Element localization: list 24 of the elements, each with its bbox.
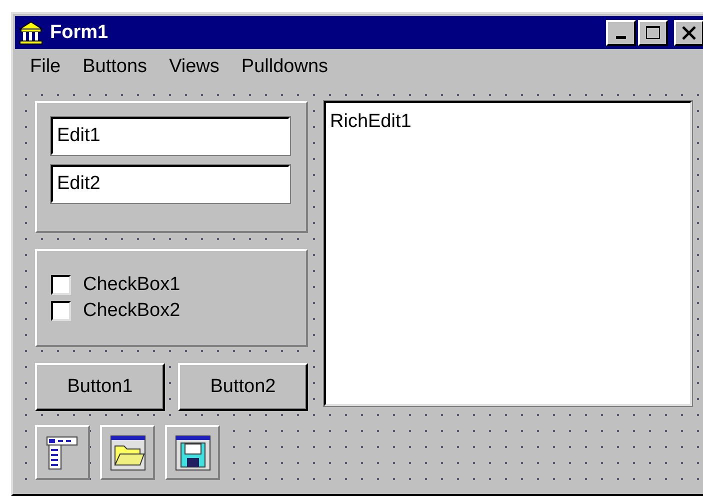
- close-button[interactable]: [674, 20, 703, 46]
- text-field[interactable]: Edit2: [51, 165, 290, 203]
- save-icon[interactable]: [165, 425, 220, 480]
- rich-text-field[interactable]: RichEdit1: [324, 101, 692, 406]
- list-icon[interactable]: [35, 425, 90, 480]
- menu-item[interactable]: Views: [158, 56, 230, 78]
- maximize-icon: [645, 24, 661, 40]
- push-button[interactable]: Button1: [35, 363, 165, 411]
- push-button[interactable]: Button2: [178, 363, 308, 411]
- checkbox-label: CheckBox1: [83, 274, 180, 296]
- maximize-button[interactable]: [638, 20, 668, 46]
- checkbox-label: CheckBox2: [83, 300, 180, 322]
- minimize-icon: [616, 36, 626, 39]
- menu-item[interactable]: Buttons: [72, 56, 158, 78]
- menu-item[interactable]: File: [19, 56, 72, 78]
- window-title: Form1: [50, 22, 108, 44]
- folder-icon[interactable]: [100, 425, 155, 480]
- text-field[interactable]: Edit1: [51, 117, 290, 155]
- checkbox[interactable]: [51, 275, 71, 295]
- building-icon: [18, 20, 44, 46]
- minimize-button[interactable]: [606, 20, 636, 46]
- close-icon: [681, 24, 697, 40]
- checkbox[interactable]: [51, 301, 71, 321]
- menu-item[interactable]: Pulldowns: [230, 56, 340, 78]
